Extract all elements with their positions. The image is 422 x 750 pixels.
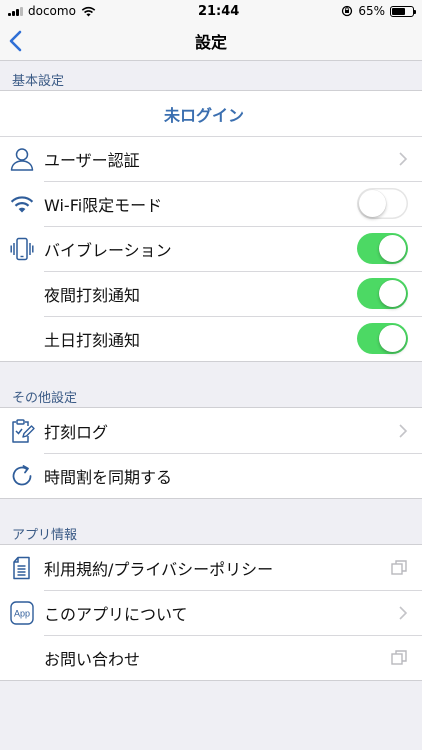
page-title: 設定	[194, 33, 227, 52]
toggle-knob	[379, 235, 406, 262]
row-icon-placeholder	[0, 635, 44, 680]
wifi-icon	[0, 181, 44, 226]
battery-icon	[390, 5, 416, 17]
app-icon: App	[0, 590, 44, 635]
contact-label: お問い合わせ	[44, 649, 141, 669]
terms-privacy-row[interactable]: 利用規約/プライバシーポリシー	[0, 545, 422, 590]
clipboard-edit-icon	[0, 408, 44, 453]
wifi-status-icon	[81, 6, 96, 16]
vibration-toggle[interactable]	[357, 233, 408, 264]
wifi-only-mode-row: Wi-Fi限定モード	[0, 181, 422, 226]
navigation-bar: 設定	[0, 22, 422, 61]
vibration-label: バイブレーション	[44, 240, 172, 260]
external-link-icon	[391, 649, 407, 665]
login-status-row[interactable]: 未ログイン	[0, 91, 422, 136]
user-authentication-label: ユーザー認証	[44, 150, 140, 170]
about-app-label: このアプリについて	[44, 604, 188, 624]
night-clock-in-notification-label: 夜間打刻通知	[44, 285, 141, 305]
night-clock-in-notification-toggle[interactable]	[357, 278, 408, 309]
external-link-icon	[391, 559, 407, 575]
night-clock-in-notification-row: 夜間打刻通知	[0, 271, 422, 316]
clock-in-log-label: 打刻ログ	[44, 422, 109, 442]
weekend-clock-in-notification-toggle[interactable]	[357, 323, 408, 354]
sync-timetable-row[interactable]: 時間割を同期する	[0, 453, 422, 498]
row-icon-placeholder	[0, 271, 44, 316]
vibration-row: バイブレーション	[0, 226, 422, 271]
user-authentication-row[interactable]: ユーザー認証	[0, 136, 422, 181]
user-icon	[0, 136, 44, 181]
chevron-left-icon[interactable]	[6, 30, 28, 52]
chevron-right-icon	[399, 151, 408, 166]
section-header-app-info: アプリ情報	[0, 515, 422, 545]
vibration-icon	[0, 226, 44, 271]
status-time: 21:44	[197, 3, 240, 19]
wifi-only-mode-label: Wi-Fi限定モード	[44, 195, 163, 215]
status-left: docomo	[8, 4, 96, 18]
chevron-right-icon	[399, 423, 408, 438]
app-info-group: 利用規約/プライバシーポリシー App このアプリについて お問い合わせ	[0, 545, 422, 681]
status-right: 65%	[341, 4, 416, 18]
section-header-basic-settings: 基本設定	[0, 61, 422, 91]
contact-row[interactable]: お問い合わせ	[0, 635, 422, 680]
cellular-signal-icon	[8, 6, 23, 16]
row-icon-placeholder	[0, 316, 44, 361]
weekend-clock-in-notification-row: 土日打刻通知	[0, 316, 422, 361]
section-header-other-settings: その他設定	[0, 378, 422, 408]
carrier-name: docomo	[28, 4, 76, 18]
basic-settings-group: 未ログイン ユーザー認証 Wi-Fi限定モード バイブレーション 夜間打刻通知 …	[0, 91, 422, 362]
document-icon	[0, 545, 44, 590]
status-bar: docomo 21:44 65%	[0, 0, 422, 22]
wifi-only-mode-toggle[interactable]	[357, 188, 408, 219]
weekend-clock-in-notification-label: 土日打刻通知	[44, 330, 141, 350]
sync-icon	[0, 453, 44, 498]
chevron-right-icon	[399, 605, 408, 620]
toggle-knob	[359, 190, 386, 217]
battery-fill	[392, 7, 405, 15]
other-settings-group: 打刻ログ 時間割を同期する	[0, 408, 422, 499]
clock-in-log-row[interactable]: 打刻ログ	[0, 408, 422, 453]
login-status-label: 未ログイン	[163, 105, 244, 125]
sync-timetable-label: 時間割を同期する	[44, 467, 173, 487]
battery-percent: 65%	[358, 4, 385, 18]
rotation-lock-icon	[342, 5, 353, 17]
toggle-knob	[379, 280, 406, 307]
toggle-knob	[379, 325, 406, 352]
about-app-row[interactable]: App このアプリについて	[0, 590, 422, 635]
app-icon-text: App	[14, 608, 30, 618]
terms-privacy-label: 利用規約/プライバシーポリシー	[44, 559, 274, 579]
